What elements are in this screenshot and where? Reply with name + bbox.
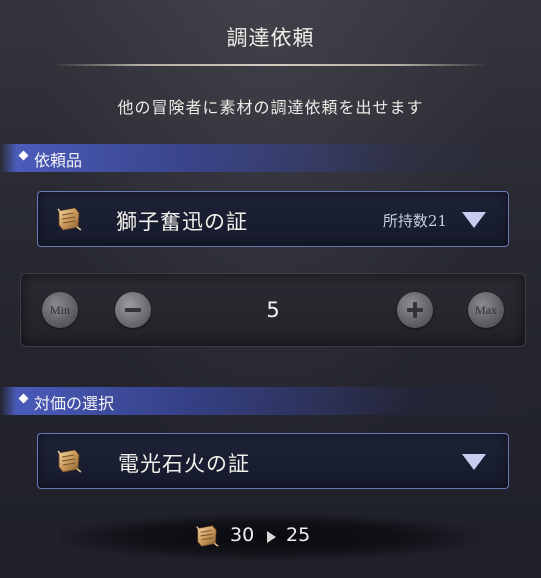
reward-item-name: 電光石火の証 <box>118 452 250 476</box>
request-item-dropdown[interactable]: 獅子奮迅の証 所持数21 <box>37 191 509 247</box>
dropdown-arrow-icon[interactable] <box>462 454 486 470</box>
quantity-value: 5 <box>266 298 280 322</box>
panel-subtitle: 他の冒険者に素材の調達依頼を出せます <box>117 98 424 117</box>
scroll-icon <box>57 207 82 231</box>
cost-before: 30 <box>230 524 255 546</box>
quantity-stepper: Min 5 Max <box>20 273 526 347</box>
diamond-bullet-icon <box>18 393 29 404</box>
increment-button[interactable] <box>397 292 433 328</box>
title-divider <box>52 64 489 66</box>
scroll-icon <box>196 525 219 547</box>
cost-after: 25 <box>286 524 311 546</box>
max-button[interactable]: Max <box>468 292 504 328</box>
section-label-reward: 対価の選択 <box>34 394 115 413</box>
section-header-reward: 対価の選択 <box>0 387 541 415</box>
dropdown-arrow-icon[interactable] <box>462 212 486 228</box>
reward-item-dropdown[interactable]: 電光石火の証 <box>37 433 509 489</box>
cost-summary: 30 25 <box>60 514 481 560</box>
arrow-right-icon <box>267 531 276 543</box>
owned-count: 所持数21 <box>382 212 447 230</box>
section-label-request-item: 依頼品 <box>34 151 83 170</box>
section-header-request-item: 依頼品 <box>0 144 541 172</box>
scroll-icon <box>57 449 82 473</box>
request-item-name: 獅子奮迅の証 <box>116 210 248 234</box>
request-panel: 調達依頼 他の冒険者に素材の調達依頼を出せます 依頼品 獅子奮迅の証 所持数21… <box>0 0 541 578</box>
panel-title: 調達依頼 <box>226 26 315 50</box>
diamond-bullet-icon <box>18 150 29 161</box>
